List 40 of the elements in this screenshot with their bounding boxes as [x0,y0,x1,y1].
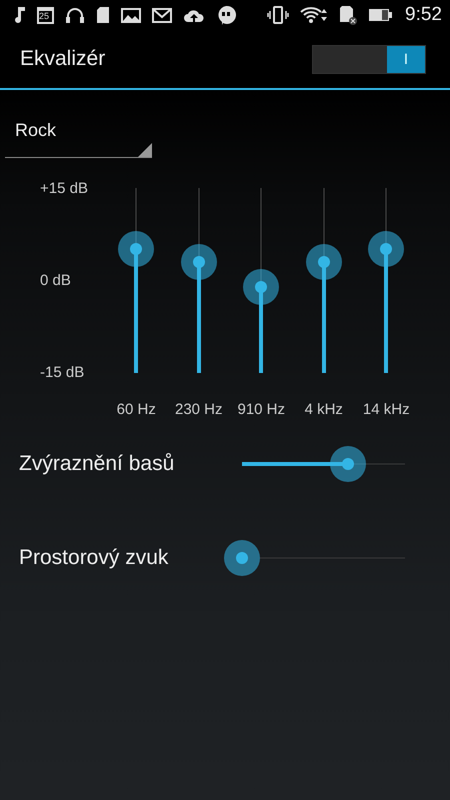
frequency-label: 910 Hz [237,401,286,418]
band-slider-track[interactable] [259,188,264,373]
setting-label: Prostorový zvuk [19,546,168,570]
headphones-icon [65,6,85,24]
screen-title: Ekvalizér [20,47,106,71]
scale-label: +15 dB [40,179,89,199]
wifi-icon [300,6,328,24]
sim-card-icon [339,5,358,25]
band-slider-thumb[interactable] [118,231,154,268]
image-icon [121,7,141,23]
music-note-icon [14,6,26,24]
band-slider-thumb[interactable] [180,244,217,280]
frequency-label: 4 kHz [304,401,343,418]
frequency-label: 230 Hz [174,401,223,418]
slider-thumb[interactable] [330,446,366,482]
calendar-icon [37,6,54,24]
band-slider-thumb[interactable] [243,268,280,305]
calendar-day: 25 [39,10,50,20]
sd-card-icon [96,6,110,24]
slider-track[interactable] [260,556,405,560]
band-slider-track[interactable] [134,188,138,373]
preset-dropdown[interactable]: Rock [5,118,152,158]
chat-bubble-icon [216,5,236,25]
slider-thumb[interactable] [224,540,260,576]
battery-icon [368,7,394,23]
frequency-label: 60 Hz [116,401,156,418]
band-slider-thumb[interactable] [306,244,342,280]
toggle-switch[interactable]: I [312,44,426,74]
band-slider-track[interactable] [196,188,201,373]
scale-label: 0 dB [40,271,72,291]
slider-track[interactable] [242,462,405,466]
mail-icon [152,7,172,23]
band-slider-thumb[interactable] [368,231,404,268]
setting-label: Zvýraznění basů [19,452,174,476]
band-slider-track[interactable] [322,188,326,373]
clock-time: 9:52 [405,4,442,26]
band-slider-track[interactable] [384,188,388,373]
scale-label: -15 dB [40,363,86,383]
frequency-label: 14 kHz [362,401,410,418]
vibrate-icon [267,6,290,24]
